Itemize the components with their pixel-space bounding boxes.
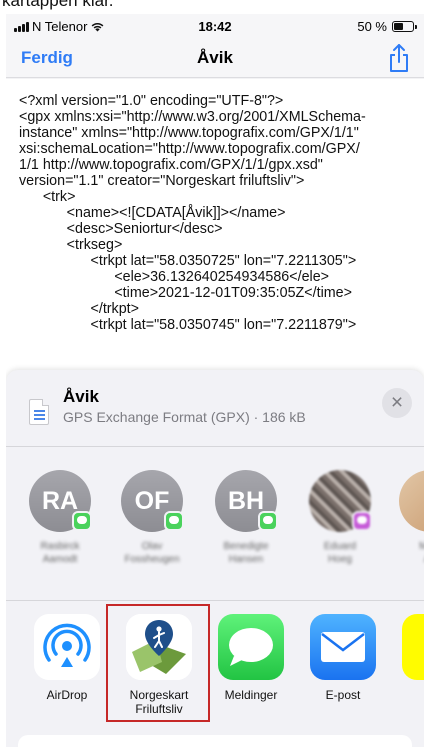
xml-line: instance" xmlns="http://www.topografix.c… xyxy=(19,125,359,141)
avatar-initials: OF xyxy=(134,487,170,515)
contact-label-line: Eduard xyxy=(323,541,357,552)
close-button[interactable]: × xyxy=(382,388,412,418)
share-sheet: Åvik GPS Exchange Format (GPX) · 186 kB … xyxy=(6,370,424,747)
xml-line: <trkpt lat="58.0350745" lon="7.2211879"> xyxy=(19,317,357,333)
contact-label-line: Rasbirck xyxy=(40,541,80,552)
avatar: BH xyxy=(215,470,278,532)
xml-line: </trkpt> xyxy=(19,301,139,317)
battery-percent: 50 % xyxy=(357,19,387,34)
phone-screen: N Telenor 18:42 50 % Ferdig Åvik <?xml v… xyxy=(6,14,424,747)
xml-line: <gpx xmlns:xsi="http://www.w3.org/2001/X… xyxy=(19,109,366,125)
share-icon[interactable] xyxy=(386,43,412,73)
app-label-line: Norgeskart xyxy=(129,688,189,702)
contact-item[interactable]: OF Olav Fossheugen xyxy=(112,470,192,566)
app-label-line: Meldinger xyxy=(224,688,278,702)
app-label-line: Sn xyxy=(392,688,424,702)
app-label-line: Friluftsliv xyxy=(135,702,183,716)
contact-label-line: Hansen xyxy=(228,554,264,565)
contact-label: Olav Fossheugen xyxy=(112,540,192,566)
xml-line: <name><![CDATA[Åvik]]></name> xyxy=(19,205,286,221)
avatar-initials: BH xyxy=(227,487,265,515)
messages-badge-icon xyxy=(164,511,184,531)
divider xyxy=(6,446,424,447)
contact-label-line: Fossheugen xyxy=(124,554,180,565)
status-right: 50 % xyxy=(357,19,417,34)
xml-line: 1/1 http://www.topografix.com/GPX/1/1/gp… xyxy=(19,157,323,173)
contact-label-line: Aq xyxy=(390,553,424,566)
caption-text: kartappen klar. xyxy=(2,0,114,10)
contact-label-line: Aamodt xyxy=(42,554,78,565)
mail-icon xyxy=(310,614,376,680)
xml-line: <?xml version="1.0" encoding="UTF-8"?> xyxy=(19,93,284,109)
contact-label: Rasbirck Aamodt xyxy=(20,540,100,566)
xml-line: <trk> xyxy=(19,189,76,205)
contact-item[interactable]: BH Benedigte Hansen xyxy=(206,470,286,566)
contact-item[interactable]: Eduard Hoeg xyxy=(300,470,380,566)
xml-line: <trkseg> xyxy=(19,237,123,253)
xml-line: <time>2021-12-01T09:35:05Z</time> xyxy=(19,285,352,301)
xml-line: <desc>Seniortur</desc> xyxy=(19,221,223,237)
divider xyxy=(6,600,424,601)
app-airdrop[interactable]: AirDrop xyxy=(24,614,110,702)
xml-line: <trkpt lat="58.0350725" lon="7.2211305"> xyxy=(19,253,357,269)
file-meta: GPS Exchange Format (GPX) · 186 kB xyxy=(63,409,306,425)
xml-line: version="1.1" creator="Norgeskart friluf… xyxy=(19,173,305,189)
contact-label-line: Meln xyxy=(419,541,424,552)
contact-label: Meln Aq xyxy=(390,540,424,566)
contact-label-line: Olav xyxy=(141,541,163,552)
app-norgeskart[interactable]: Norgeskart Friluftsliv xyxy=(116,614,202,716)
app-messages[interactable]: Meldinger xyxy=(208,614,294,702)
file-name: Åvik xyxy=(63,387,99,406)
messages-icon xyxy=(218,614,284,680)
contact-item[interactable]: Meln Aq xyxy=(390,470,424,566)
app-mail[interactable]: E-post xyxy=(300,614,386,702)
app-label-line: E-post xyxy=(325,688,361,702)
avatar xyxy=(309,470,372,532)
contact-label-line: Hoeg xyxy=(328,554,352,565)
avatar xyxy=(399,470,424,532)
app-label: AirDrop xyxy=(24,688,110,702)
share-sheet-header: Åvik GPS Exchange Format (GPX) · 186 kB … xyxy=(6,370,424,446)
avatar: RA xyxy=(29,470,92,532)
app-snapchat[interactable]: Sn xyxy=(392,614,424,702)
page-title: Åvik xyxy=(197,48,233,67)
airdrop-icon xyxy=(34,614,100,680)
avatar-initials: RA xyxy=(41,487,79,515)
battery-icon xyxy=(392,21,417,32)
norgeskart-icon xyxy=(126,614,192,680)
contact-item[interactable]: RA Rasbirck Aamodt xyxy=(20,470,100,566)
actions-card xyxy=(18,735,412,747)
contact-label-line: Benedigte xyxy=(223,541,269,552)
app-label: Meldinger xyxy=(208,688,294,702)
document-icon xyxy=(29,399,49,425)
xml-line: xsi:schemaLocation="http://www.topografi… xyxy=(19,141,360,157)
snapchat-icon xyxy=(402,614,424,680)
xml-document: <?xml version="1.0" encoding="UTF-8"?> <… xyxy=(6,79,424,382)
contact-label: Eduard Hoeg xyxy=(300,540,380,566)
app-label: Sn xyxy=(392,688,424,702)
cropped-caption: kartappen klar. xyxy=(0,0,424,14)
xml-line: <ele>36.132640254934586</ele> xyxy=(19,269,330,285)
contacts-row: RA Rasbirck Aamodt OF Olav Fossheugen BH… xyxy=(6,470,424,590)
avatar: OF xyxy=(121,470,184,532)
messages-badge-icon xyxy=(72,511,92,531)
app-label: E-post xyxy=(300,688,386,702)
app-label-line: AirDrop xyxy=(46,688,88,702)
apps-row: AirDrop Norgeskart Friluftsliv Meldinger… xyxy=(6,604,424,724)
messenger-badge-icon xyxy=(352,511,372,531)
status-bar: N Telenor 18:42 50 % xyxy=(6,14,424,38)
messages-badge-icon xyxy=(258,511,278,531)
contact-label: Benedigte Hansen xyxy=(206,540,286,566)
app-label: Norgeskart Friluftsliv xyxy=(116,688,202,716)
navigation-bar: Ferdig Åvik xyxy=(6,38,424,78)
